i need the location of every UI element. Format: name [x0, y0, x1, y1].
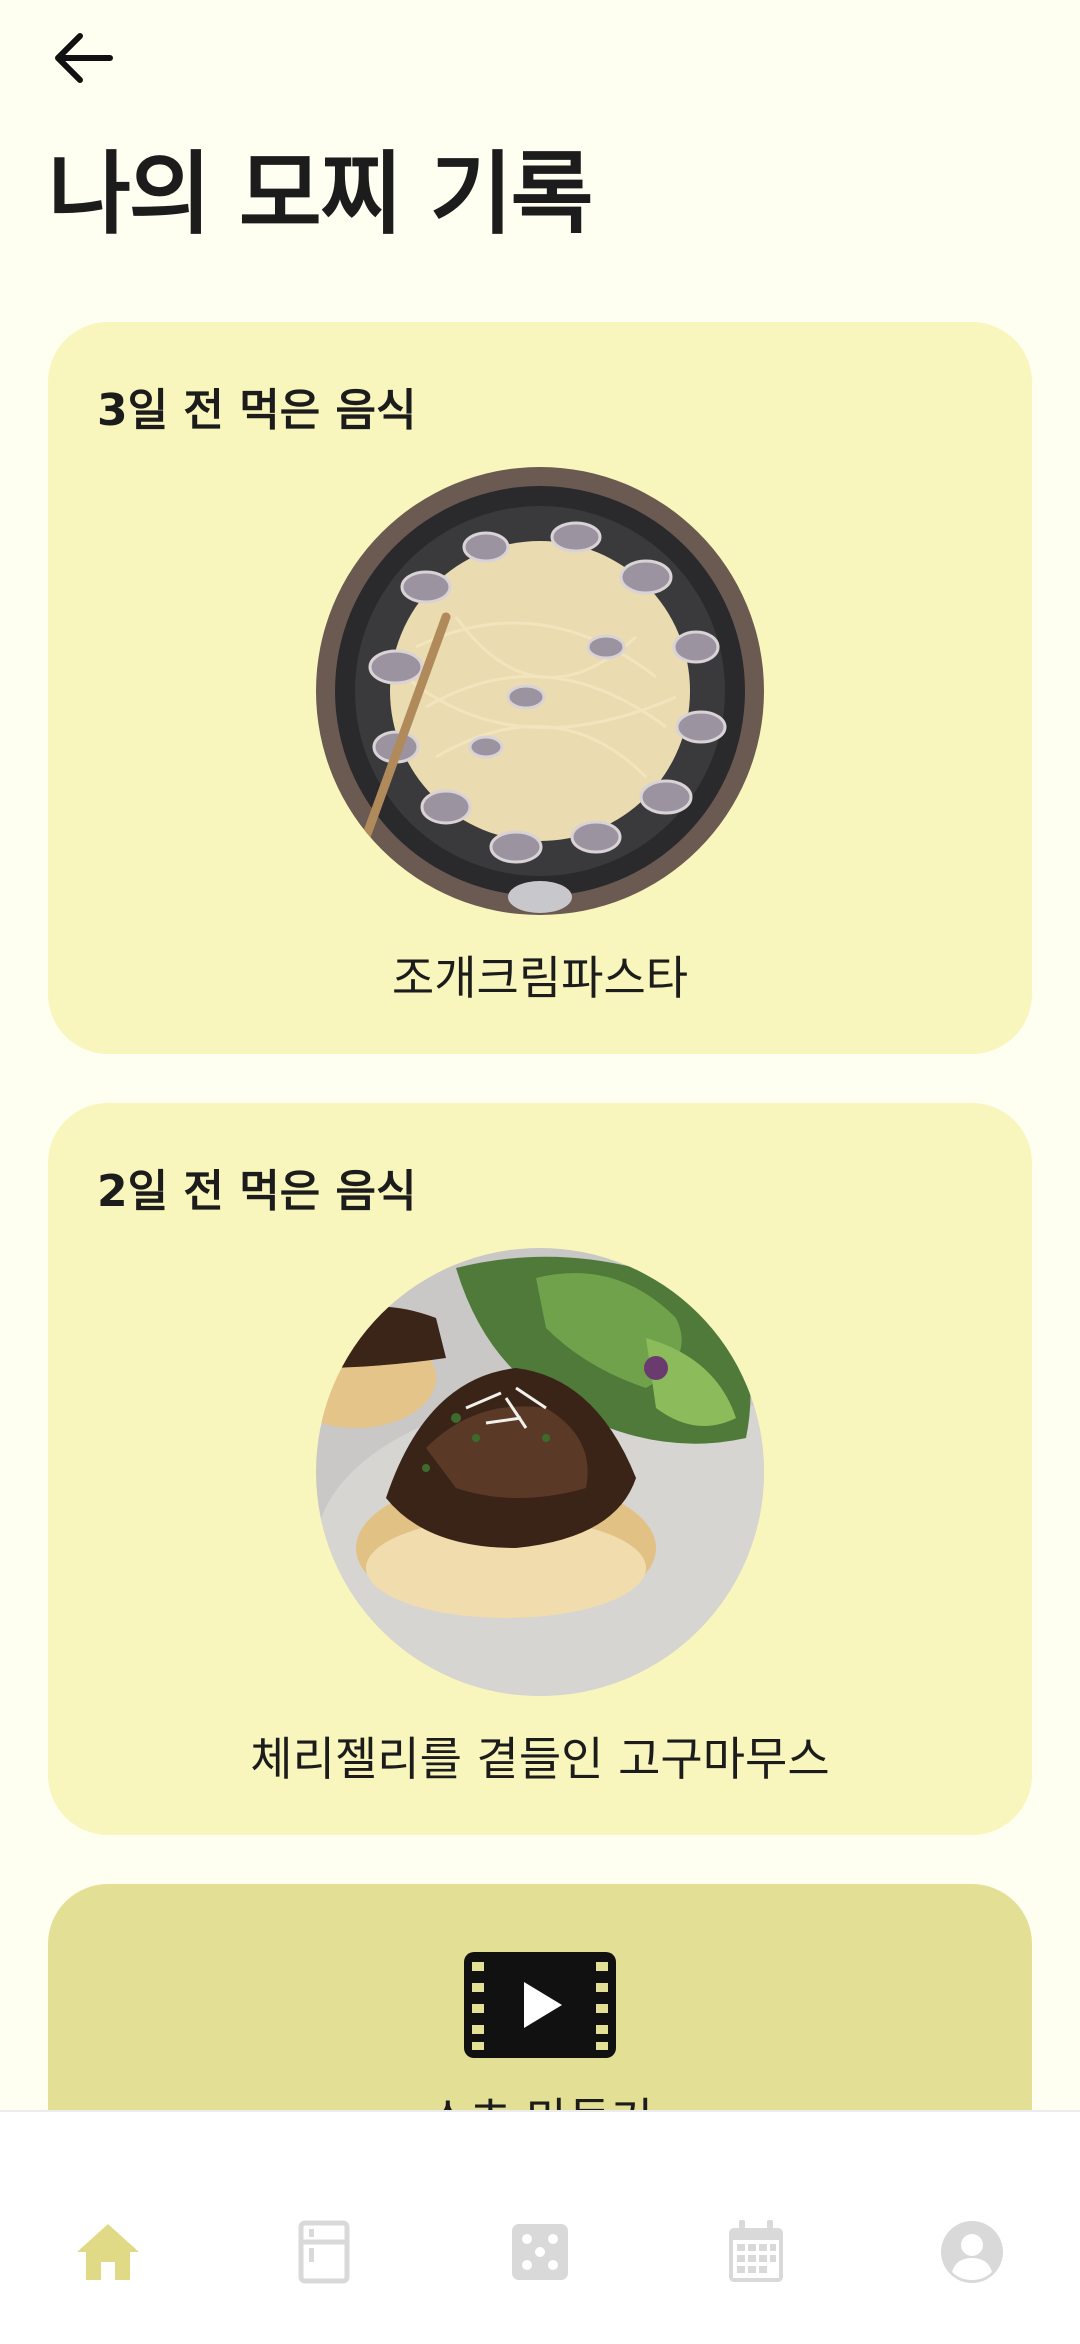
- dice-icon: [512, 2224, 568, 2280]
- profile-icon: [941, 2221, 1003, 2283]
- page-title: 나의 모찌 기록: [48, 142, 593, 247]
- nav-calendar[interactable]: [696, 2192, 816, 2312]
- record-day-label: 3일 전 먹은 음식: [97, 385, 417, 436]
- nav-fridge[interactable]: [264, 2192, 384, 2312]
- calendar-icon: [729, 2220, 783, 2282]
- record-card[interactable]: 3일 전 먹은 음식 조개크림파스타: [48, 322, 1032, 1054]
- video-film-icon: [464, 1952, 616, 2058]
- nav-home[interactable]: [48, 2192, 168, 2312]
- nav-dice[interactable]: [480, 2192, 600, 2312]
- record-card[interactable]: 2일 전 먹은 음식 체리젤리를 곁들인 고구마무스: [48, 1103, 1032, 1835]
- bottom-nav: [0, 2110, 1080, 2344]
- fridge-icon: [298, 2220, 350, 2284]
- record-day-label: 2일 전 먹은 음식: [97, 1166, 417, 1217]
- home-icon: [77, 2224, 139, 2280]
- nav-profile[interactable]: [912, 2192, 1032, 2312]
- food-photo: [316, 467, 764, 915]
- food-photo: [316, 1248, 764, 1696]
- make-shorts-label: 쇼츠 만들기: [48, 2084, 1032, 2110]
- food-name: 조개크림파스타: [391, 951, 689, 1005]
- arrow-left-icon: [55, 33, 113, 83]
- make-shorts-button[interactable]: 쇼츠 만들기: [48, 1884, 1032, 2110]
- food-name: 체리젤리를 곁들인 고구마무스: [250, 1732, 830, 1786]
- back-button[interactable]: [44, 18, 124, 98]
- content-scroll[interactable]: 나의 모찌 기록 3일 전 먹은 음식 조개크림파스타 2일 전 먹은 음식 체…: [0, 0, 1080, 2110]
